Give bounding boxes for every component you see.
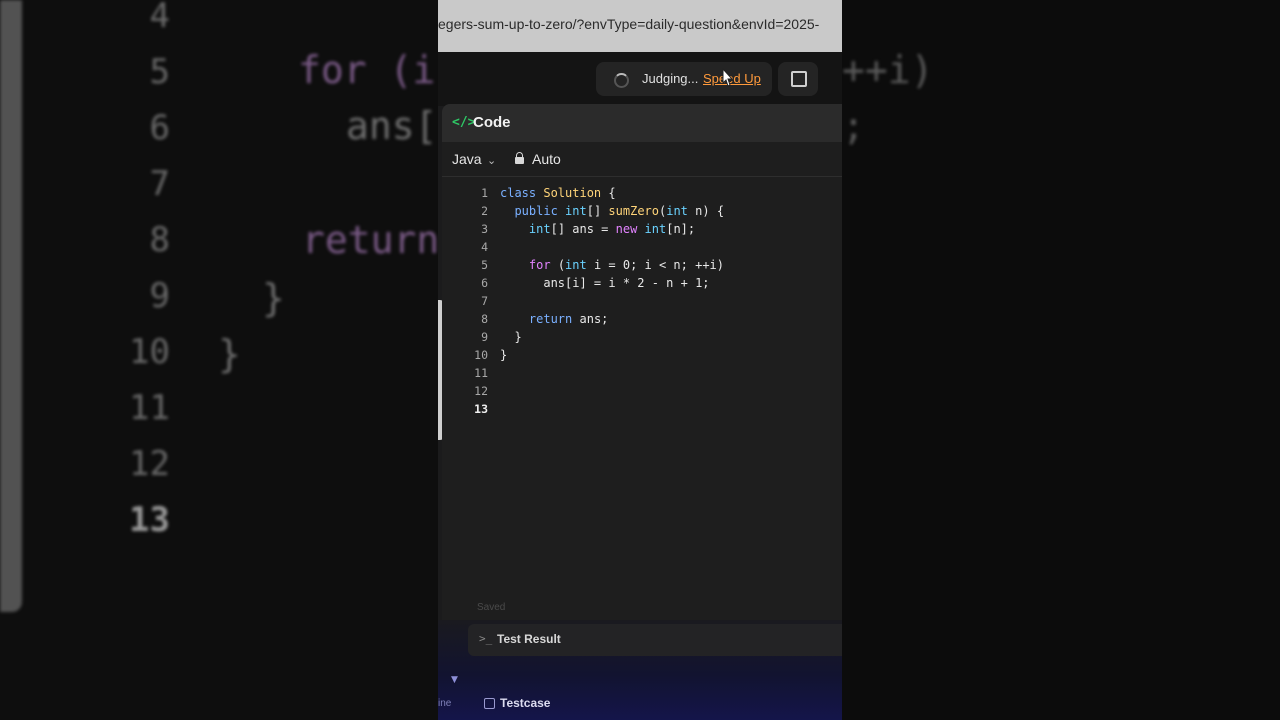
background-line-number: 7 <box>149 164 170 204</box>
background-code-increment: ++i) <box>842 48 934 92</box>
judging-status-text: Judging... <box>642 71 699 86</box>
judging-status-pill: Judging... Speed Up <box>596 62 772 96</box>
background-code-brace-outer: } <box>218 332 241 376</box>
code-line[interactable]: 7 <box>442 292 842 310</box>
code-panel: </> Code Java ⌄ Auto 1 class Solution { 2 … <box>442 104 842 634</box>
chevron-down-icon[interactable]: ⌄ <box>487 154 496 167</box>
checkbox-icon <box>484 698 495 709</box>
line-number: 1 <box>481 186 488 200</box>
header-divider <box>442 176 842 177</box>
background-line-number: 13 <box>129 500 170 540</box>
line-number: 3 <box>481 222 488 236</box>
line-number: 4 <box>481 240 488 254</box>
code-line[interactable]: 12 <box>442 382 842 400</box>
mouse-pointer-icon <box>722 68 734 87</box>
line-number: 5 <box>481 258 488 272</box>
url-text: egers-sum-up-to-zero/?envType=daily-ques… <box>438 16 820 32</box>
caret-down-icon[interactable]: ▼ <box>451 675 458 685</box>
code-text: int[] ans = new int[n]; <box>528 222 696 236</box>
code-text: return ans; <box>528 312 609 326</box>
background-line-number: 9 <box>149 276 170 316</box>
note-icon <box>791 71 807 87</box>
line-number: 10 <box>474 348 488 362</box>
background-code-return: return <box>302 218 438 262</box>
code-text: ans[i] = i * 2 - n + 1; <box>500 276 710 290</box>
auto-mode-label[interactable]: Auto <box>532 151 561 167</box>
background-zoomed-editor-left: 4 5 6 7 8 9 10 11 12 13 for (i ans[ return } } <box>0 0 438 720</box>
notes-button[interactable] <box>778 62 818 96</box>
background-code-for: for (i <box>298 48 436 92</box>
background-blur-layer-right: ++i) ; <box>842 0 1280 720</box>
code-line[interactable]: 10} <box>442 346 842 364</box>
line-number: 6 <box>481 276 488 290</box>
code-editor[interactable]: 1 class Solution { 2 public int[] sumZero(… <box>442 184 842 418</box>
line-number: 2 <box>481 204 488 218</box>
background-zoomed-editor-right: ++i) ; <box>842 0 1280 720</box>
background-code-brace-inner: } <box>262 276 285 320</box>
code-line[interactable]: 13 <box>442 400 842 418</box>
loading-spinner-icon <box>614 73 629 88</box>
background-line-number: 6 <box>149 108 170 148</box>
left-tab-fragment: ine <box>438 698 452 709</box>
code-text: } <box>500 330 522 344</box>
line-number: 8 <box>481 312 488 326</box>
background-line-number: 4 <box>149 0 170 36</box>
code-line[interactable]: 11 <box>442 364 842 382</box>
background-blur-layer: 4 5 6 7 8 9 10 11 12 13 for (i ans[ return } } <box>0 0 438 720</box>
code-line[interactable]: 4 <box>442 238 842 256</box>
background-line-number: 10 <box>129 332 170 372</box>
background-line-number: 8 <box>149 220 170 260</box>
background-code-ans: ans[ <box>346 104 438 148</box>
saved-indicator: Saved <box>477 602 506 613</box>
browser-url-bar[interactable]: egers-sum-up-to-zero/?envType=daily-ques… <box>438 0 842 52</box>
line-number: 12 <box>474 384 488 398</box>
top-action-bar: Judging... Speed Up <box>438 52 842 106</box>
code-text: class Solution { <box>500 186 616 200</box>
code-line[interactable]: 1 class Solution { <box>442 184 842 202</box>
line-number: 13 <box>474 402 488 416</box>
code-text: } <box>500 348 508 362</box>
line-number: 9 <box>481 330 488 344</box>
code-brackets-icon: </> <box>452 115 476 130</box>
code-line[interactable]: 2 public int[] sumZero(int n) { <box>442 202 842 220</box>
code-line[interactable]: 8 return ans; <box>442 310 842 328</box>
code-line[interactable]: 9 } <box>442 328 842 346</box>
code-panel-title: Code <box>473 114 511 131</box>
test-result-label: Test Result <box>497 632 561 646</box>
background-line-number: 11 <box>129 388 170 428</box>
background-code-semicolon: ; <box>842 104 865 148</box>
code-line[interactable]: 5 for (int i = 0; i < n; ++i) <box>442 256 842 274</box>
terminal-prompt-icon: >_ <box>479 632 493 645</box>
language-selector[interactable]: Java <box>452 151 482 167</box>
code-panel-header: </> Code <box>442 104 842 142</box>
code-text: for (int i = 0; i < n; ++i) <box>528 258 725 272</box>
leetcode-editor-screen: egers-sum-up-to-zero/?envType=daily-ques… <box>438 0 842 720</box>
test-result-tab[interactable]: >_ Test Result <box>468 624 842 656</box>
line-number: 7 <box>481 294 488 308</box>
background-line-number: 5 <box>149 52 170 92</box>
line-number: 11 <box>474 366 488 380</box>
lock-icon <box>515 152 524 164</box>
background-line-number: 12 <box>129 444 170 484</box>
code-text: public int[] sumZero(int n) { <box>514 204 725 218</box>
testcase-tab[interactable]: Testcase <box>500 696 550 710</box>
code-line[interactable]: 3 int[] ans = new int[n]; <box>442 220 842 238</box>
code-line[interactable]: 6 ans[i] = i * 2 - n + 1; <box>442 274 842 292</box>
